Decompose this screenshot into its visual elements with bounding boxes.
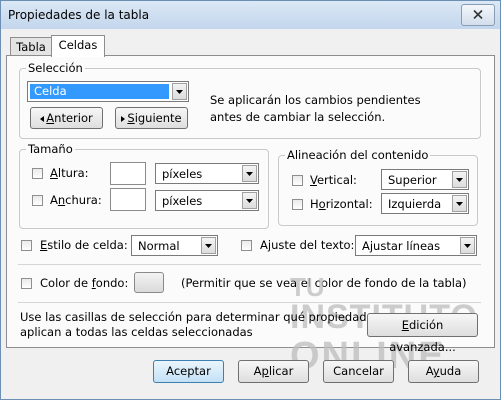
selection-info-line2: antes de cambiar la selección.	[210, 110, 386, 124]
height-input[interactable]	[110, 162, 146, 185]
cancel-label: Cancelar	[333, 364, 384, 378]
next-button-label: Siguiente	[127, 111, 182, 125]
cell-style-arrow[interactable]	[201, 237, 216, 254]
height-checkbox[interactable]	[32, 168, 43, 179]
footer-note: Use las casillas de selección para deter…	[20, 310, 396, 340]
advanced-edit-button[interactable]: Edición avanzada...	[367, 313, 478, 354]
horizontal-align-arrow[interactable]	[452, 195, 467, 212]
tab-celdas[interactable]: Celdas	[51, 35, 105, 57]
chevron-down-icon	[246, 199, 253, 203]
arrow-left-icon	[40, 115, 45, 122]
selection-dropdown[interactable]: Celda	[27, 81, 189, 102]
chevron-down-icon	[205, 244, 212, 248]
cell-style-label: Estilo de celda:	[40, 238, 128, 252]
selection-info-line1: Se aplicarán los cambios pendientes	[210, 93, 421, 107]
cell-style-checkbox[interactable]	[21, 240, 32, 251]
tab-tabla-label: Tabla	[16, 40, 46, 54]
horizontal-align-select[interactable]: Izquierda	[381, 193, 469, 214]
chevron-down-icon	[176, 90, 183, 94]
title-bar: Propiedades de la tabla	[0, 0, 501, 29]
vertical-align-value: Superior	[388, 173, 437, 187]
selection-legend: Selección	[28, 61, 83, 75]
width-label: Anchura:	[50, 193, 102, 207]
footer-note-line2: aplican a todas las celdas seleccionadas	[20, 325, 253, 339]
apply-label: Aplicar	[253, 364, 294, 378]
selection-dropdown-arrow[interactable]	[172, 83, 187, 100]
chevron-down-icon	[464, 244, 471, 248]
size-legend: Tamaño	[28, 142, 73, 156]
vertical-align-arrow[interactable]	[452, 171, 467, 188]
window-title: Propiedades de la tabla	[8, 8, 150, 22]
height-unit-value: píxeles	[162, 167, 203, 181]
size-group: Tamaño	[19, 142, 269, 229]
background-color-checkbox[interactable]	[21, 278, 32, 289]
text-wrap-checkbox[interactable]	[241, 240, 252, 251]
cell-style-value: Normal	[138, 239, 180, 253]
help-label: Ayuda	[425, 364, 462, 378]
text-wrap-select[interactable]: Ajustar líneas	[355, 235, 477, 256]
tab-celdas-label: Celdas	[58, 38, 98, 52]
width-unit-select[interactable]: píxeles	[155, 190, 259, 211]
separator-top	[18, 264, 481, 265]
background-color-button[interactable]	[134, 272, 164, 293]
chevron-down-icon	[246, 172, 253, 176]
close-button[interactable]	[461, 4, 495, 26]
chevron-down-icon	[456, 178, 463, 182]
chevron-down-icon	[456, 202, 463, 206]
vertical-label: Vertical:	[310, 173, 357, 187]
cancel-button[interactable]: Cancelar	[323, 360, 394, 383]
close-icon	[473, 10, 483, 19]
cell-style-select[interactable]: Normal	[131, 235, 218, 256]
height-unit-select[interactable]: píxeles	[155, 163, 259, 184]
apply-button[interactable]: Aplicar	[238, 360, 309, 383]
footer-note-line1: Use las casillas de selección para deter…	[20, 310, 397, 324]
help-button[interactable]: Ayuda	[408, 360, 479, 383]
vertical-checkbox[interactable]	[292, 175, 303, 186]
width-unit-value: píxeles	[162, 194, 203, 208]
horizontal-label: Horizontal:	[310, 197, 373, 211]
previous-button[interactable]: Anterior	[30, 107, 103, 129]
previous-button-label: Anterior	[46, 111, 93, 125]
width-input[interactable]	[110, 188, 146, 211]
text-wrap-value: Ajustar líneas	[362, 239, 441, 253]
accept-label: Aceptar	[166, 364, 211, 378]
selection-dropdown-value: Celda	[30, 84, 169, 99]
background-color-label: Color de fondo:	[40, 276, 129, 290]
accept-button[interactable]: Aceptar	[153, 360, 224, 383]
height-label: Altura:	[50, 166, 89, 180]
next-button[interactable]: Siguiente	[115, 107, 188, 129]
horizontal-align-value: Izquierda	[388, 197, 442, 211]
width-checkbox[interactable]	[32, 195, 43, 206]
advanced-edit-label: Edición avanzada...	[389, 318, 456, 354]
tab-tabla[interactable]: Tabla	[10, 37, 52, 57]
horizontal-checkbox[interactable]	[292, 199, 303, 210]
width-unit-arrow[interactable]	[242, 192, 257, 209]
arrow-right-icon	[121, 115, 126, 122]
alignment-legend: Alineación del contenido	[287, 148, 429, 162]
text-wrap-arrow[interactable]	[460, 237, 475, 254]
height-unit-arrow[interactable]	[242, 165, 257, 182]
text-wrap-label: Ajuste del texto:	[260, 238, 355, 252]
vertical-align-select[interactable]: Superior	[381, 169, 469, 190]
selection-info-text: Se aplicarán los cambios pendientes ante…	[210, 92, 421, 126]
